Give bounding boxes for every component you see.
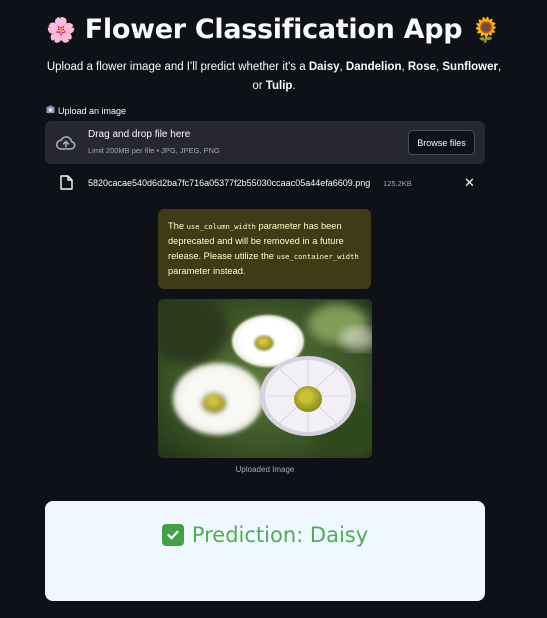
warning-text-pre: The xyxy=(168,221,187,231)
dropzone-limit: Limit 200MB per file • JPG, JPEG, PNG xyxy=(88,146,220,155)
dropzone-title: Drag and drop file here xyxy=(88,129,191,140)
prediction-title: Prediction: Daisy xyxy=(45,523,485,547)
image-caption: Uploaded Image xyxy=(235,465,295,474)
sunflower-icon: 🌻 xyxy=(471,16,501,44)
class-dandelion: Dandelion xyxy=(345,61,402,73)
file-name: 5820cacae540d6d2ba7fc716a05377f2b55030cc… xyxy=(88,178,371,188)
deprecation-warning: The use_column_width parameter has been … xyxy=(158,209,371,289)
subtitle-prefix: Upload a flower image and I'll predict w… xyxy=(46,61,309,73)
page-title: 🌸 Flower Classification App 🌻 xyxy=(0,14,547,45)
cloud-upload-icon xyxy=(55,136,76,150)
class-tulip: Tulip xyxy=(265,80,293,92)
class-rose: Rose xyxy=(407,61,436,73)
prediction-confidence: Confidence: 99.98% xyxy=(224,562,306,572)
app-title-text: Flower Classification App xyxy=(84,14,463,45)
cherry-blossom-icon: 🌸 xyxy=(46,16,76,44)
class-sunflower: Sunflower xyxy=(442,61,498,73)
uploader-label-text: Upload an image xyxy=(58,105,127,116)
prediction-result-card: Prediction: Daisy Confidence: 99.98% xyxy=(45,501,485,601)
browse-files-button[interactable]: Browse files xyxy=(408,130,475,155)
warning-code-column-width: use_column_width xyxy=(186,222,256,231)
warning-code-container-width: use_container_width xyxy=(276,252,359,261)
camera-icon xyxy=(46,105,55,116)
warning-text-post: parameter instead. xyxy=(168,266,246,276)
class-daisy: Daisy xyxy=(308,61,340,73)
prediction-text: Prediction: Daisy xyxy=(191,523,369,547)
subtitle-end: . xyxy=(292,80,296,92)
file-dropzone[interactable]: Drag and drop file here Limit 200MB per … xyxy=(45,121,485,164)
file-size: 125.2KB xyxy=(383,179,412,188)
file-icon xyxy=(60,175,73,190)
uploaded-file-row: 5820cacae540d6d2ba7fc716a05377f2b55030cc… xyxy=(45,172,485,194)
page-subtitle: Upload a flower image and I'll predict w… xyxy=(46,61,502,92)
uploaded-flower-image xyxy=(158,299,372,458)
check-mark-icon xyxy=(161,524,184,546)
close-icon[interactable]: ✕ xyxy=(464,175,475,191)
uploader-label: Upload an image xyxy=(46,105,126,116)
